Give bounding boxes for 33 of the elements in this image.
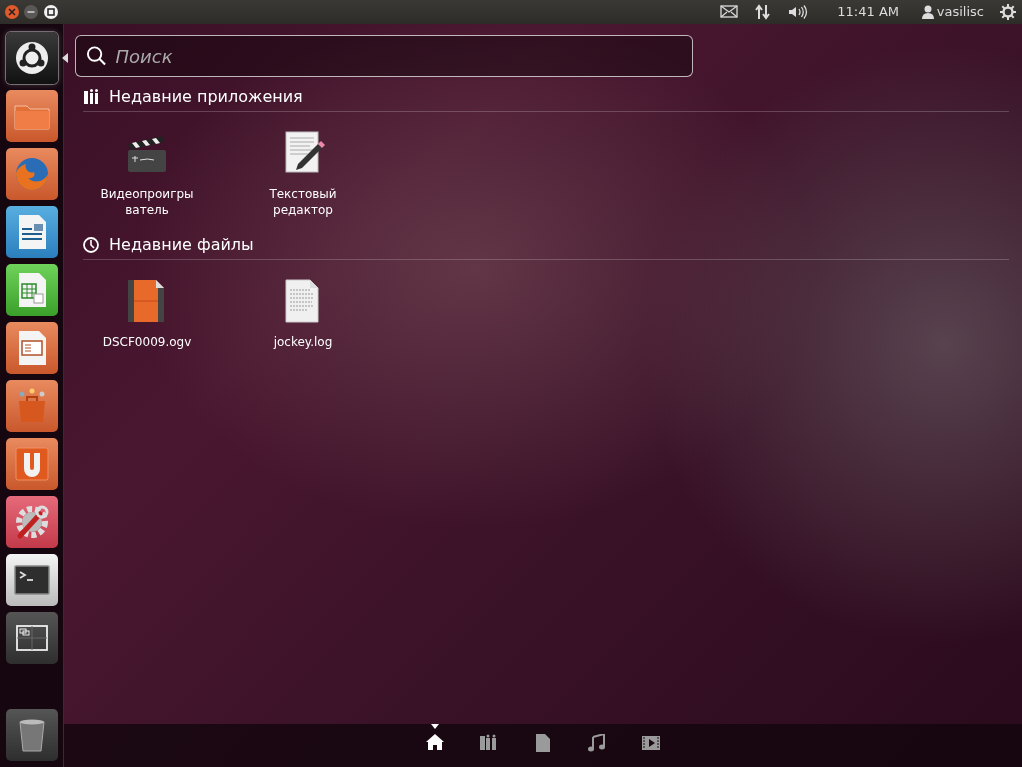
- letter-u-icon: [12, 444, 52, 484]
- gear-icon[interactable]: [1000, 4, 1016, 20]
- user-icon: [921, 5, 934, 19]
- maximize-button[interactable]: [42, 4, 59, 20]
- music-note-icon[interactable]: [588, 734, 606, 752]
- network-arrows-icon[interactable]: [754, 3, 773, 21]
- close-button[interactable]: [4, 4, 20, 20]
- section-heading: Недавние файлы: [109, 234, 254, 256]
- search-bar[interactable]: Поиск: [75, 35, 693, 77]
- search-icon: [86, 45, 107, 67]
- launcher-item[interactable]: [6, 554, 58, 606]
- mail-icon[interactable]: [720, 3, 739, 21]
- speaker-icon[interactable]: [788, 3, 809, 21]
- launcher-item[interactable]: [6, 206, 58, 258]
- selected-indicator-icon: [431, 724, 439, 729]
- user-name[interactable]: vasilisc: [936, 2, 984, 22]
- result-item[interactable]: Текстовый редактор: [225, 111, 381, 218]
- minimize-button[interactable]: [23, 4, 40, 20]
- launcher-item[interactable]: [6, 709, 58, 761]
- launcher-item[interactable]: [6, 612, 58, 664]
- film-icon[interactable]: [642, 734, 660, 752]
- file-icon[interactable]: [534, 734, 552, 752]
- section-heading: Недавние приложения: [109, 86, 303, 108]
- apps-icon[interactable]: [480, 734, 498, 752]
- clock-icon: [83, 236, 99, 254]
- active-arrow-icon: [62, 53, 68, 63]
- result-item[interactable]: jockey.log: [225, 259, 381, 350]
- search-input[interactable]: Поиск: [113, 41, 682, 71]
- home-icon[interactable]: [426, 734, 444, 752]
- result-item[interactable]: Видеопроигрыватель: [69, 111, 225, 218]
- apps-icon: [83, 88, 99, 106]
- clock-text[interactable]: 11:41 AM: [837, 2, 900, 22]
- result-item[interactable]: DSCF0009.ogv: [69, 259, 225, 350]
